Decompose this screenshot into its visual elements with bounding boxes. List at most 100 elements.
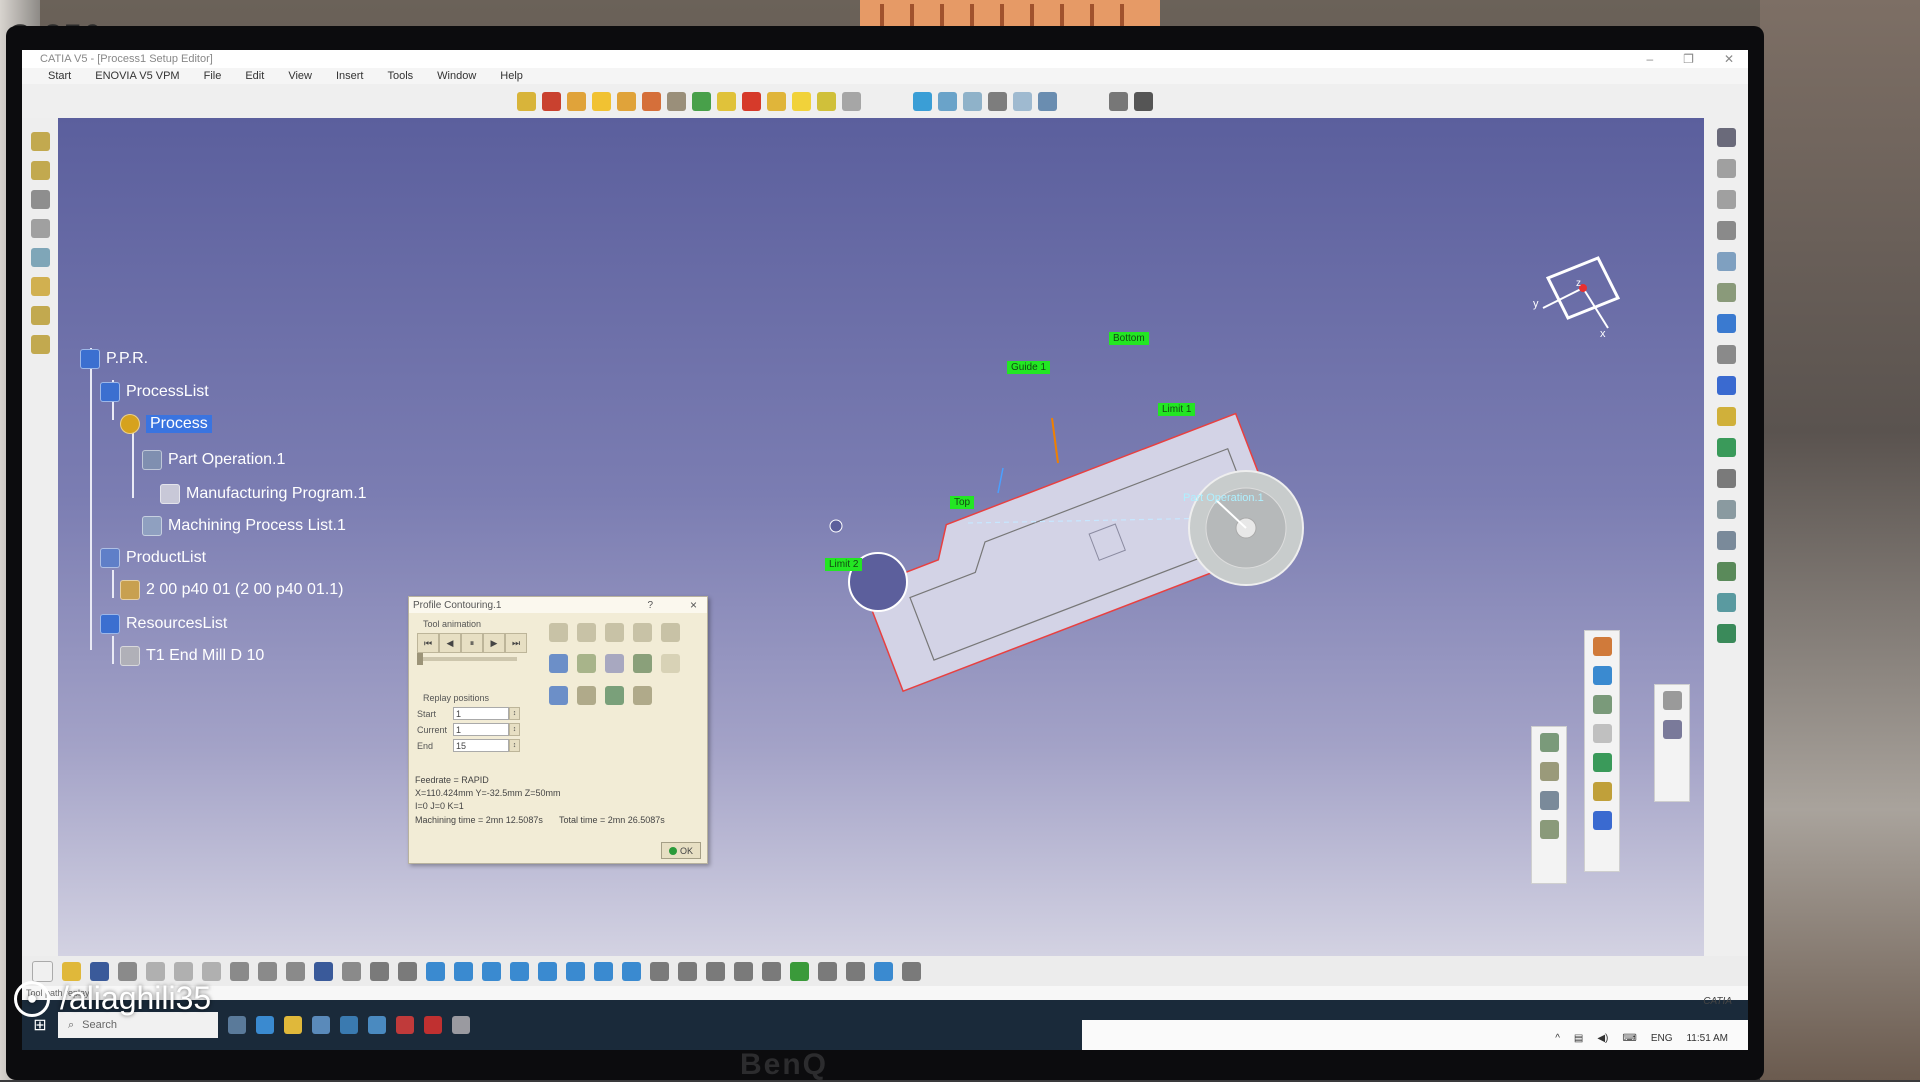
rewind-button[interactable]: ⏮ [417,633,439,653]
cutter-display-icon[interactable] [577,686,596,705]
mail-icon[interactable] [340,1016,358,1034]
document-icon[interactable] [1717,314,1736,333]
start-input[interactable]: 1 [453,707,509,720]
shop-doc-icon[interactable] [1717,624,1736,643]
tree-item-productlist[interactable]: ProductList [100,548,206,568]
tag-bottom[interactable]: Bottom [1109,332,1149,345]
layout-icon[interactable] [1717,469,1736,488]
catia-task-icon[interactable] [396,1016,414,1034]
float-tool-l-icon[interactable] [1663,691,1682,710]
design-part-icon[interactable] [1717,438,1736,457]
list-bottom-icon[interactable] [874,962,893,981]
file-explorer-icon[interactable] [284,1016,302,1034]
shading-icon[interactable] [963,92,982,111]
end-spinner[interactable]: ↕ [509,739,520,752]
menu-start[interactable]: Start [48,70,71,82]
cut-plane-icon[interactable] [818,962,837,981]
menu-insert[interactable]: Insert [336,70,364,82]
tree-item-product[interactable]: 2 00 p40 01 (2 00 p40 01.1) [120,580,344,600]
menu-tools[interactable]: Tools [387,70,413,82]
tag-part-operation[interactable]: Part Operation.1 [1183,492,1264,504]
zoom-icon[interactable] [1717,221,1736,240]
formula-icon[interactable] [258,962,277,981]
nc-output-icon[interactable] [1717,562,1736,581]
float-tool-b-icon[interactable] [1540,762,1559,781]
app-icon[interactable] [368,1016,386,1034]
grid-icon[interactable] [846,962,865,981]
tag-limit-left[interactable]: Limit 2 [825,558,862,571]
material-removal-icon[interactable] [549,654,568,673]
render-icon[interactable] [938,92,957,111]
animation-slider[interactable] [417,657,517,661]
pattern-icon[interactable] [817,92,836,111]
render-style-icon[interactable] [622,962,641,981]
report-icon[interactable] [1134,92,1153,111]
pause-button[interactable]: ⏸ [461,633,483,653]
float-tool-e-icon[interactable] [1593,637,1612,656]
view-icon[interactable] [913,92,932,111]
comment-icon[interactable] [286,962,305,981]
tree-item-resourceslist[interactable]: ResourcesList [100,614,227,634]
start-spinner[interactable]: ↕ [509,707,520,720]
minimize-button[interactable]: – [1646,52,1653,66]
float-tool-g-icon[interactable] [1593,695,1612,714]
ok-button[interactable]: OK [661,842,701,859]
tree-item-manufacturing-program[interactable]: Manufacturing Program.1 [160,484,367,504]
open-icon[interactable] [62,962,81,981]
maximize-button[interactable]: ❐ [1683,52,1694,66]
3d-viewport[interactable]: P.P.R. ProcessList Process Part Operatio… [58,118,1704,956]
rapid-display-icon[interactable] [549,686,568,705]
compass-icon[interactable] [1528,248,1638,348]
filter-icon[interactable] [1717,500,1736,519]
point-icon[interactable] [31,190,50,209]
clock[interactable]: 11:51 AM [1686,1033,1728,1044]
setting-icon[interactable] [842,92,861,111]
profile-contouring-dialog[interactable]: Profile Contouring.1 ? × Tool animation … [408,596,708,864]
tray-chevron-icon[interactable]: ^ [1555,1033,1560,1044]
point-display-icon[interactable] [633,686,652,705]
float-tool-m-icon[interactable] [1663,720,1682,739]
tag-guide[interactable]: Guide 1 [1007,361,1050,374]
close-button[interactable]: ✕ [1724,52,1734,66]
zoom-in-icon[interactable] [510,962,529,981]
float-tool-c-icon[interactable] [1540,791,1559,810]
green-tool-icon[interactable] [790,962,809,981]
network-icon[interactable]: ▤ [1574,1033,1583,1044]
multi-view-icon[interactable] [1038,92,1057,111]
select-icon[interactable] [1717,252,1736,271]
misc-icon[interactable] [902,962,921,981]
hide-show-icon[interactable] [650,962,669,981]
rapid-icon[interactable] [742,92,761,111]
menu-view[interactable]: View [288,70,312,82]
fly-icon[interactable] [398,962,417,981]
float-tool-k-icon[interactable] [1593,811,1612,830]
tool-view-icon[interactable] [1717,345,1736,364]
line-icon[interactable] [31,219,50,238]
tag-limit-right[interactable]: Limit 1 [1158,403,1195,416]
rotate-icon[interactable] [1717,190,1736,209]
transform-icon[interactable] [792,92,811,111]
views-icon[interactable] [594,962,613,981]
profile-contouring-icon[interactable] [642,92,661,111]
axis-icon[interactable] [31,277,50,296]
tag-top[interactable]: Top [950,496,974,509]
end-input[interactable]: 15 [453,739,509,752]
step-back-button[interactable]: ◀ [439,633,461,653]
swap-icon[interactable] [678,962,697,981]
table-icon[interactable] [762,962,781,981]
cut-icon[interactable] [146,962,165,981]
zoom-out-icon[interactable] [538,962,557,981]
pan-icon[interactable] [1717,159,1736,178]
list-icon[interactable] [1109,92,1128,111]
sketch-tool-icon[interactable] [31,161,50,180]
save-icon[interactable] [90,962,109,981]
menu-file[interactable]: File [204,70,222,82]
normal-icon[interactable] [566,962,585,981]
float-tool-a-icon[interactable] [1540,733,1559,752]
menu-enovia[interactable]: ENOVIA V5 VPM [95,70,179,82]
drilling-icon[interactable] [667,92,686,111]
volume-icon[interactable]: ◀) [1597,1033,1608,1044]
dialog-close-button[interactable]: × [690,598,697,612]
axis-system-icon[interactable] [1717,128,1736,147]
plane-icon[interactable] [31,248,50,267]
